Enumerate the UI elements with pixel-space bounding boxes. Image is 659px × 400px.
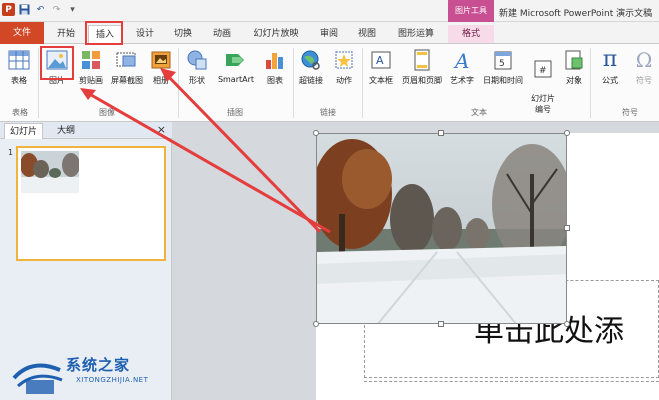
annotation-arrows — [80, 68, 331, 234]
watermark-name: 系统之家 — [66, 356, 131, 374]
watermark-url: XITONGZHIJIA.NET — [76, 376, 149, 384]
